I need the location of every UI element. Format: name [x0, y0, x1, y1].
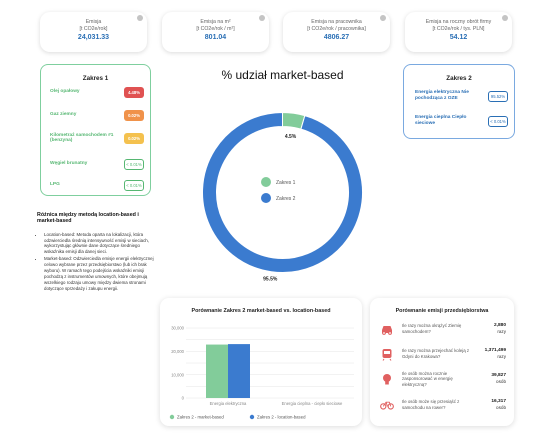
comparison-row: Ile razy można przejechać koleją z Gdyni… [380, 343, 506, 365]
donut-slice-label: 4.5% [285, 134, 297, 140]
scope2-item-share-badge: < 0.01% [488, 115, 508, 127]
comparison-question: Ile razy można przejechać koleją z Gdyni… [402, 348, 470, 359]
bar[interactable] [228, 344, 250, 398]
scope2-item-share-badge: 95.52% [488, 90, 508, 102]
scope1-item-name: Olej opałowy [50, 89, 80, 95]
comparison-row: Ile osób może się przesiąść z samochodu … [380, 394, 506, 416]
comparison-unit: razy [497, 354, 506, 359]
legend-swatch [261, 193, 271, 203]
legend-label: Zakres 2 [276, 196, 296, 202]
notes-heading: Różnica między metodą location-based i m… [37, 212, 139, 225]
comparison-row: Ile osób można rocznie zasponsorować w e… [380, 368, 506, 390]
donut-slice[interactable] [202, 111, 363, 273]
lightbulb-icon [380, 372, 394, 386]
car-icon [380, 322, 394, 336]
bar-chart: 0 10,000 20,000 30,000 Energia elektryczna En… [169, 326, 354, 420]
comparison-unit: osób [496, 379, 506, 384]
comparison-title: Porównanie emisji przedsiębiorstwa [395, 308, 489, 314]
donut-chart: 4.5% 95.5% Zakres 1 Zakres 2 [202, 111, 363, 283]
scope1-item-name: Kilometraż samochodem #1 (benzyna) [50, 132, 114, 144]
scope1-item-share-badge: 0.02% [124, 109, 144, 121]
legend-swatch [169, 414, 175, 420]
legend-label: Zakres 2 - market-based [177, 415, 224, 420]
scope1-item: Kilometraż samochodem #1 (benzyna) 0.02% [50, 131, 144, 145]
scope1-item-name: Węgiel brunatny [50, 161, 88, 167]
donut-slice-label: 95.5% [263, 277, 278, 283]
x-tick-label: Energia elektryczna [210, 401, 247, 406]
method-notes: Różnica między metodą location-based i m… [37, 212, 157, 293]
scope1-title: Zakres 1 [82, 75, 109, 82]
comparison-card: Porównanie emisji przedsiębiorstwa Ile r… [370, 298, 514, 426]
kpi-value: 801.04 [204, 34, 227, 41]
y-tick-label: 20,000 [171, 349, 184, 354]
legend-label: Zakres 1 [276, 180, 296, 186]
y-tick-label: 0 [182, 396, 185, 401]
scope2-card: Zakres 2 Energia elektryczna Nie pochodz… [403, 64, 515, 139]
scope1-item: LPG < 0.01% [50, 178, 144, 192]
kpi-card-emission: Emisja [t CO2e/rok] 24,031.33 [40, 12, 147, 52]
x-tick-label: Energia cieplna - ciepło sieciowe [282, 401, 343, 406]
comparison-row: Ile razy można okrążyć Ziemię samochodem… [380, 318, 506, 340]
bar-chart-card: Porównanie Zakres 2 market-based vs. loc… [160, 298, 362, 426]
scope1-item-share-badge: 4.48% [124, 86, 144, 98]
kpi-label: Emisja na pracownika [t CO2e/rok / pracow… [307, 19, 366, 32]
kpi-value: 24,031.33 [77, 34, 110, 41]
scope1-item-name: LPG [50, 182, 60, 188]
scope1-item: Węgiel brunatny < 0.01% [50, 157, 144, 171]
legend-label: Zakres 2 - location-based [257, 415, 306, 420]
comparison-unit: razy [497, 329, 506, 334]
bicycle-icon [380, 398, 394, 412]
info-icon[interactable] [380, 15, 386, 21]
y-tick-label: 30,000 [171, 326, 184, 331]
comparison-answer: 39,827 osób [476, 373, 506, 385]
comparison-answer: 16,317 osób [476, 399, 506, 411]
notes-list: Location-based: Metoda oparta na lokaliz… [37, 232, 157, 292]
notes-bullet-market: Market-based: Odzwierciedla emisje energ… [44, 256, 157, 291]
info-icon[interactable] [502, 15, 508, 21]
kpi-card-emission-per-employee: Emisja na pracownika [t CO2e/rok / pracow… [283, 12, 390, 52]
kpi-value: 4806.27 [323, 34, 350, 41]
scope1-item-name: Gaz ziemny [50, 112, 77, 118]
comparison-answer: 1,371,499 razy [476, 348, 506, 360]
kpi-value: 54.12 [449, 34, 468, 41]
legend-swatch [261, 177, 271, 187]
scope1-item-share-badge: 0.02% [124, 132, 144, 144]
comparison-question: Ile osób może się przesiąść z samochodu … [402, 399, 460, 410]
scope1-item-share-badge: < 0.01% [124, 179, 144, 191]
y-tick-label: 10,000 [171, 372, 184, 377]
scope2-item-name: Energia elektryczna Nie pochodząca z OZE [415, 90, 469, 101]
info-icon[interactable] [259, 15, 265, 21]
legend-swatch [249, 414, 255, 420]
scope2-item: Energia cieplna Ciepło sieciowe < 0.01% [415, 113, 508, 129]
kpi-label: Emisja [t CO2e/rok] [79, 19, 108, 32]
comparison-question: Ile razy można okrążyć Ziemię samochodem… [402, 323, 462, 334]
info-icon[interactable] [137, 15, 143, 21]
notes-bullet-location: Location-based: Metoda oparta na lokaliz… [44, 232, 157, 256]
scope1-item: Gaz ziemny 0.02% [50, 108, 144, 122]
kpi-card-emission-per-turnover: Emisja na roczny obrót firmy [t CO2e/rok … [405, 12, 512, 52]
bar[interactable] [206, 344, 228, 398]
kpi-label: Emisja na roczny obrót firmy [t CO2e/rok … [425, 19, 492, 32]
train-icon [380, 347, 394, 361]
scope1-item-share-badge: < 0.01% [124, 158, 144, 170]
scope2-item-name: Energia cieplna Ciepło sieciowe [415, 115, 467, 126]
comparison-unit: osób [496, 405, 506, 410]
comparison-question: Ile osób można rocznie zasponsorować w e… [402, 370, 453, 387]
donut-title: % udział market-based [221, 68, 344, 82]
kpi-card-emission-per-m2: Emisja na m² [t CO2e/rok / m²] 801.04 [162, 12, 269, 52]
scope2-item: Energia elektryczna Nie pochodząca z OZE… [415, 88, 508, 104]
scope2-title: Zakres 2 [446, 75, 472, 82]
scope1-item: Olej opałowy 4.48% [50, 85, 144, 99]
scope1-card: Zakres 1 Olej opałowy 4.48% Gaz ziemny 0.02… [40, 64, 151, 196]
comparison-answer: 2,880 razy [476, 323, 506, 335]
kpi-label: Emisja na m² [t CO2e/rok / m²] [196, 19, 235, 32]
